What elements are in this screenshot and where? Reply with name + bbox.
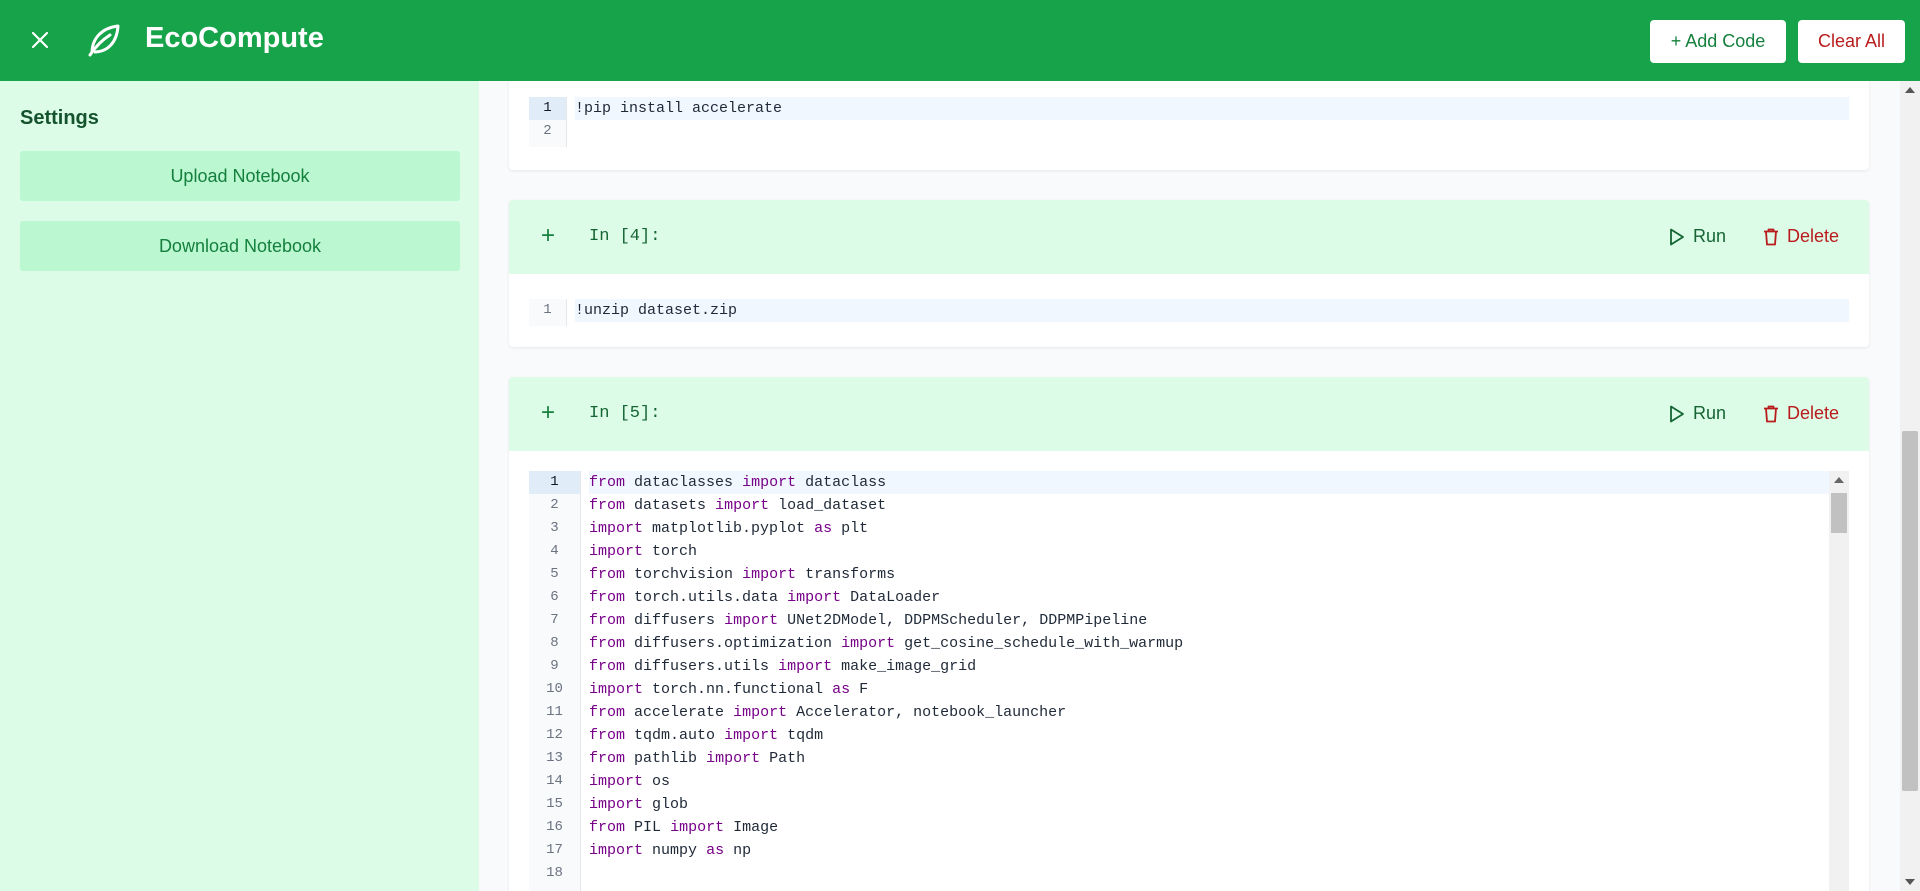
- code-line: from accelerate import Accelerator, note…: [589, 704, 1067, 721]
- line-number: 3: [550, 520, 559, 536]
- close-icon[interactable]: [26, 26, 54, 54]
- add-cell-button[interactable]: +: [541, 224, 555, 248]
- code-line: from dataclasses import dataclass: [589, 471, 1829, 494]
- scroll-down-icon[interactable]: [1905, 879, 1915, 885]
- code-line: from PIL import Image: [589, 819, 779, 836]
- leaf-icon: [84, 20, 124, 60]
- line-number: 12: [546, 727, 563, 743]
- delete-label: Delete: [1787, 403, 1840, 423]
- code-cell: + In [5]: Run Delete 1 2 3 4 5 6 7 8 9 1…: [509, 377, 1869, 891]
- line-number: 17: [546, 842, 563, 858]
- line-number: 8: [550, 635, 559, 651]
- upload-notebook-button[interactable]: Upload Notebook: [20, 151, 460, 201]
- code-line: import torch.nn.functional as F: [589, 681, 869, 698]
- cell-prompt: In [4]:: [589, 227, 661, 246]
- line-number: 1: [529, 471, 580, 494]
- code-line: import torch: [589, 543, 698, 560]
- play-icon: [1670, 405, 1684, 422]
- code-line: from pathlib import Path: [589, 750, 806, 767]
- trash-icon: [1764, 405, 1778, 422]
- notebook-area: 1 2 !pip install accelerate + In [4]: Ru…: [479, 81, 1900, 891]
- line-number: 4: [550, 543, 559, 559]
- line-number: 6: [550, 589, 559, 605]
- code-lines: from dataclasses import dataclass from da…: [589, 471, 1829, 885]
- code-line: from torch.utils.data import DataLoader: [589, 589, 941, 606]
- delete-label: Delete: [1787, 226, 1840, 246]
- cell-toolbar: + In [5]: Run Delete: [509, 377, 1869, 451]
- play-icon: [1670, 228, 1684, 245]
- code-line: !pip install accelerate: [575, 97, 1849, 120]
- code-line: !unzip dataset.zip: [575, 299, 1849, 322]
- add-cell-button[interactable]: +: [541, 401, 555, 425]
- code-line: from diffusers import UNet2DModel, DDPMS…: [589, 612, 1148, 629]
- code-line: from datasets import load_dataset: [589, 497, 887, 514]
- trash-icon: [1764, 228, 1778, 245]
- code-cell: 1 2 !pip install accelerate: [509, 81, 1869, 170]
- download-notebook-button[interactable]: Download Notebook: [20, 221, 460, 271]
- cell-toolbar: + In [4]: Run Delete: [509, 200, 1869, 274]
- editor-scroll-thumb[interactable]: [1831, 493, 1847, 533]
- code-line: from diffusers.utils import make_image_g…: [589, 658, 977, 675]
- settings-title: Settings: [20, 107, 99, 129]
- line-number: 14: [546, 773, 563, 789]
- line-number: 9: [550, 658, 559, 674]
- line-numbers: 1 2 3 4 5 6 7 8 9 10 11 12 13 14 15 16 1…: [529, 471, 581, 891]
- app-title: EcoCompute: [145, 22, 324, 54]
- line-number: 1: [529, 97, 566, 120]
- line-numbers: 1: [529, 299, 567, 326]
- code-lines: !pip install accelerate: [575, 97, 1849, 143]
- delete-button[interactable]: Delete: [1763, 403, 1839, 424]
- code-cell: + In [4]: Run Delete 1 !unzip dataset.zi…: [509, 200, 1869, 347]
- code-line: import matplotlib.pyplot as plt: [589, 520, 869, 537]
- code-line: from torchvision import transforms: [589, 566, 896, 583]
- code-editor[interactable]: 1 2 !pip install accelerate: [529, 97, 1849, 147]
- line-number: 2: [550, 497, 559, 513]
- code-editor[interactable]: 1 2 3 4 5 6 7 8 9 10 11 12 13 14 15 16 1…: [529, 471, 1849, 891]
- line-number: 18: [546, 865, 563, 881]
- line-number: 10: [546, 681, 563, 697]
- app-header: EcoCompute + Add Code Clear All: [0, 0, 1920, 81]
- code-editor[interactable]: 1 !unzip dataset.zip: [529, 299, 1849, 326]
- sidebar: Settings Upload Notebook Download Notebo…: [0, 81, 479, 891]
- line-number: 5: [550, 566, 559, 582]
- line-number: 13: [546, 750, 563, 766]
- code-line: import numpy as np: [589, 842, 752, 859]
- code-line: import glob: [589, 796, 689, 813]
- page-scroll-thumb[interactable]: [1902, 431, 1918, 791]
- code-line: from tqdm.auto import tqdm: [589, 727, 824, 744]
- run-button[interactable]: Run: [1669, 403, 1726, 424]
- clear-all-button[interactable]: Clear All: [1798, 20, 1905, 63]
- code-lines: !unzip dataset.zip: [575, 299, 1849, 322]
- run-button[interactable]: Run: [1669, 226, 1726, 247]
- scroll-up-icon[interactable]: [1905, 87, 1915, 93]
- line-number: 16: [546, 819, 563, 835]
- run-label: Run: [1693, 226, 1727, 246]
- line-number: 11: [546, 704, 563, 720]
- line-number: 2: [543, 123, 552, 139]
- delete-button[interactable]: Delete: [1763, 226, 1839, 247]
- scroll-up-icon[interactable]: [1834, 477, 1844, 483]
- line-number: 7: [550, 612, 559, 628]
- editor-scrollbar[interactable]: [1829, 471, 1849, 891]
- page-scrollbar[interactable]: [1900, 81, 1920, 891]
- run-label: Run: [1693, 403, 1727, 423]
- cell-prompt: In [5]:: [589, 404, 661, 423]
- code-line: from diffusers.optimization import get_c…: [589, 635, 1184, 652]
- code-line: import os: [589, 773, 671, 790]
- line-numbers: 1 2: [529, 97, 567, 147]
- line-number: 15: [546, 796, 563, 812]
- line-number: 1: [543, 302, 552, 318]
- add-code-button[interactable]: + Add Code: [1650, 20, 1786, 63]
